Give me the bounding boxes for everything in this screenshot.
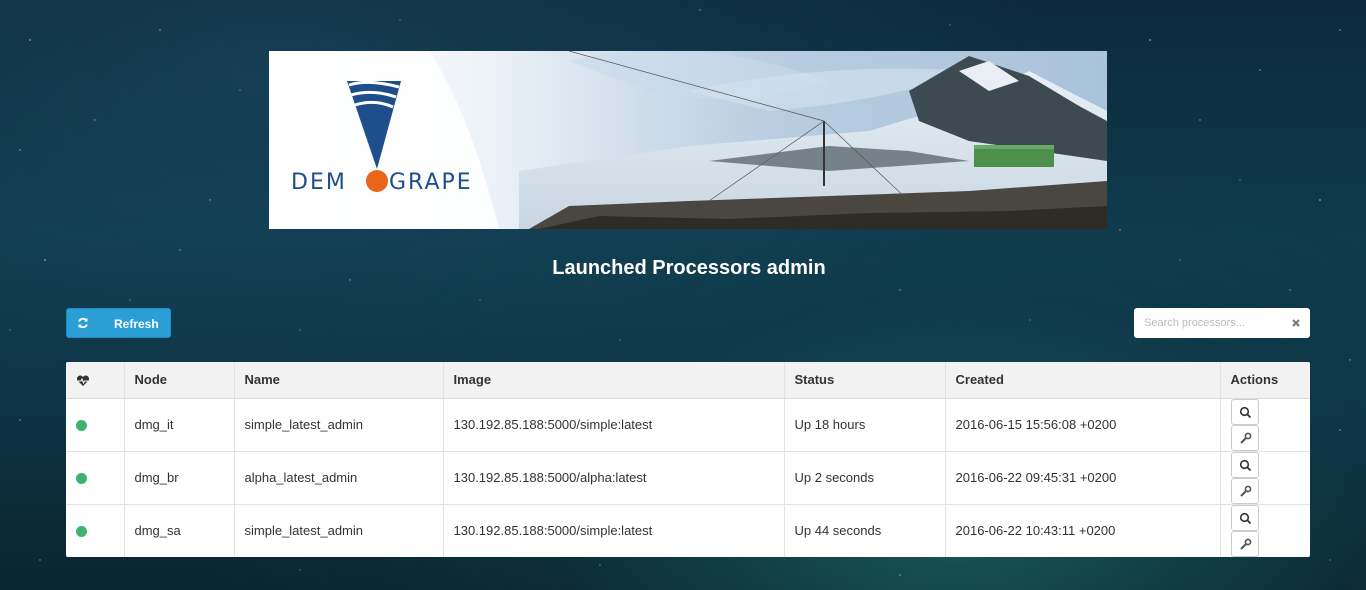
health-cell	[66, 451, 125, 505]
actions-cell	[1220, 504, 1310, 557]
inspect-button[interactable]	[1230, 451, 1259, 478]
image-cell: 130.192.85.188:5000/alpha:latest	[443, 451, 785, 505]
column-header-actions: Actions	[1220, 362, 1310, 399]
status-cell: Up 18 hours	[784, 398, 946, 452]
table-header-row: Node Name Image Status Created Actions	[66, 362, 1310, 399]
wrench-icon	[1239, 538, 1251, 550]
status-dot-running	[76, 420, 87, 432]
search-box	[1134, 308, 1310, 338]
svg-text:DEM: DEM	[291, 170, 347, 195]
search-input[interactable]	[1134, 308, 1284, 338]
inspect-button[interactable]	[1230, 504, 1259, 531]
processors-table: Node Name Image Status Created Actions d…	[66, 362, 1310, 557]
configure-button[interactable]	[1230, 424, 1259, 451]
created-cell: 2016-06-22 09:45:31 +0200	[945, 451, 1221, 505]
refresh-button-label: Refresh	[114, 317, 159, 331]
page-title: Launched Processors admin	[552, 257, 826, 279]
node-cell: dmg_sa	[124, 504, 235, 557]
actions-cell	[1220, 398, 1310, 452]
column-header-created[interactable]: Created	[945, 362, 1221, 399]
configure-button[interactable]	[1230, 530, 1259, 557]
refresh-button[interactable]: Refresh	[66, 308, 171, 338]
image-cell: 130.192.85.188:5000/simple:latest	[443, 504, 785, 557]
column-header-node[interactable]: Node	[124, 362, 235, 399]
table-row: dmg_br alpha_latest_admin 130.192.85.188…	[66, 451, 1310, 505]
table-row: dmg_sa simple_latest_admin 130.192.85.18…	[66, 504, 1310, 557]
created-cell: 2016-06-22 10:43:11 +0200	[945, 504, 1221, 557]
heartbeat-icon	[76, 375, 90, 386]
wrench-icon	[1239, 485, 1251, 497]
search-icon	[1239, 406, 1251, 418]
status-dot-running	[76, 526, 87, 538]
column-header-name[interactable]: Name	[234, 362, 444, 399]
search-icon	[1239, 459, 1251, 471]
header-banner: DEM GRAPE	[269, 51, 1107, 229]
refresh-icon	[78, 317, 88, 329]
name-cell: alpha_latest_admin	[234, 451, 444, 505]
node-cell: dmg_br	[124, 451, 235, 505]
status-cell: Up 2 seconds	[784, 451, 946, 505]
column-header-status[interactable]: Status	[784, 362, 946, 399]
health-cell	[66, 398, 125, 452]
table-row: dmg_it simple_latest_admin 130.192.85.18…	[66, 398, 1310, 452]
status-cell: Up 44 seconds	[784, 504, 946, 557]
image-cell: 130.192.85.188:5000/simple:latest	[443, 398, 785, 452]
created-cell: 2016-06-15 15:56:08 +0200	[945, 398, 1221, 452]
name-cell: simple_latest_admin	[234, 398, 444, 452]
close-icon[interactable]	[1290, 317, 1302, 329]
wrench-icon	[1239, 432, 1251, 444]
health-cell	[66, 504, 125, 557]
svg-text:GRAPE: GRAPE	[389, 170, 473, 195]
column-header-health[interactable]	[66, 362, 125, 399]
name-cell: simple_latest_admin	[234, 504, 444, 557]
status-dot-running	[76, 473, 87, 485]
node-cell: dmg_it	[124, 398, 235, 452]
inspect-button[interactable]	[1230, 398, 1259, 425]
column-header-image[interactable]: Image	[443, 362, 785, 399]
search-icon	[1239, 512, 1251, 524]
configure-button[interactable]	[1230, 477, 1259, 504]
actions-cell	[1220, 451, 1310, 505]
